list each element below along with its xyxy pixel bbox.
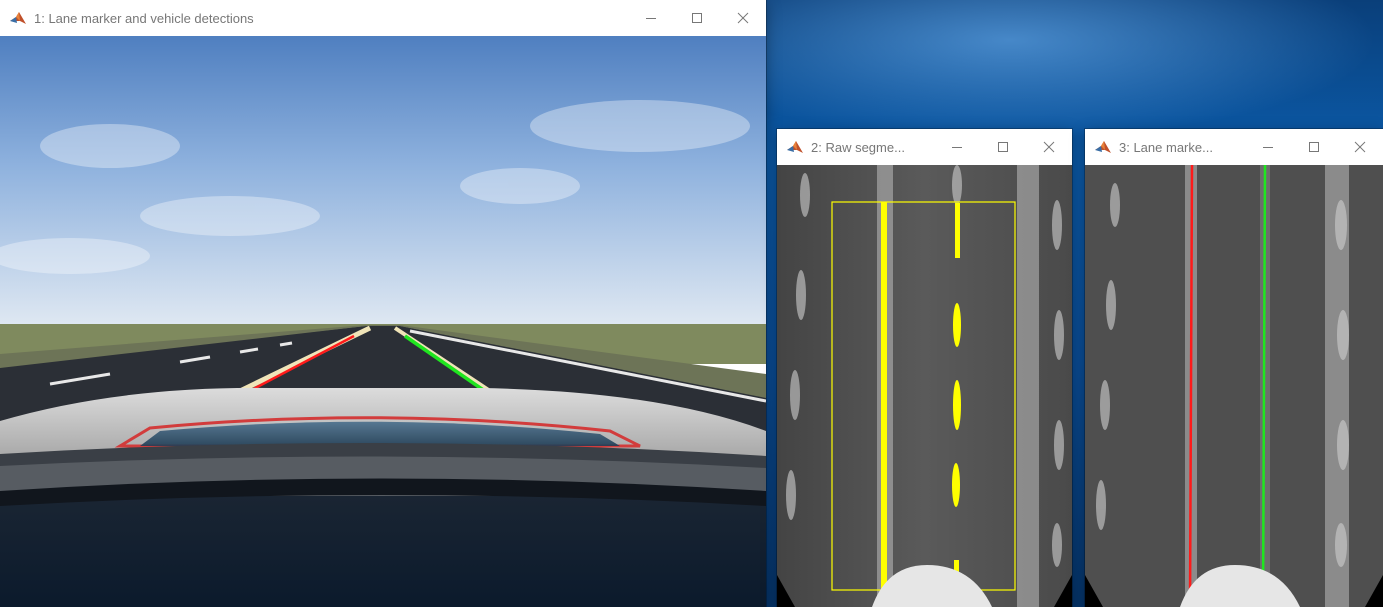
close-icon bbox=[1043, 141, 1055, 153]
close-button[interactable] bbox=[1337, 129, 1383, 165]
birds-eye-image bbox=[1085, 165, 1383, 607]
maximize-button[interactable] bbox=[980, 129, 1026, 165]
birds-eye-lane-markers-view bbox=[1085, 165, 1383, 607]
window-title: 2: Raw segme... bbox=[811, 139, 905, 155]
close-button[interactable] bbox=[720, 0, 766, 36]
figure-window-2[interactable]: 2: Raw segme... bbox=[777, 129, 1072, 607]
title-bar[interactable]: 2: Raw segme... bbox=[777, 129, 1072, 165]
minimize-button[interactable] bbox=[934, 129, 980, 165]
maximize-icon bbox=[1309, 142, 1319, 152]
matlab-icon bbox=[1095, 141, 1111, 153]
maximize-icon bbox=[692, 13, 702, 23]
close-button[interactable] bbox=[1026, 129, 1072, 165]
close-icon bbox=[1354, 141, 1366, 153]
minimize-icon bbox=[1263, 147, 1273, 148]
road-scene-image bbox=[0, 36, 766, 607]
maximize-button[interactable] bbox=[674, 0, 720, 36]
birds-eye-image bbox=[777, 165, 1072, 607]
birds-eye-raw-segments-view bbox=[777, 165, 1072, 607]
maximize-button[interactable] bbox=[1291, 129, 1337, 165]
window-title: 1: Lane marker and vehicle detections bbox=[34, 10, 254, 26]
title-bar[interactable]: 1: Lane marker and vehicle detections bbox=[0, 0, 766, 36]
figure-window-1[interactable]: 1: Lane marker and vehicle detections bbox=[0, 0, 766, 607]
figure-window-3[interactable]: 3: Lane marke... bbox=[1085, 129, 1383, 607]
camera-view bbox=[0, 36, 766, 607]
matlab-icon bbox=[787, 141, 803, 153]
minimize-icon bbox=[952, 147, 962, 148]
close-icon bbox=[737, 12, 749, 24]
matlab-icon bbox=[10, 12, 26, 24]
maximize-icon bbox=[998, 142, 1008, 152]
title-bar[interactable]: 3: Lane marke... bbox=[1085, 129, 1383, 165]
minimize-button[interactable] bbox=[1245, 129, 1291, 165]
minimize-button[interactable] bbox=[628, 0, 674, 36]
window-title: 3: Lane marke... bbox=[1119, 139, 1213, 155]
minimize-icon bbox=[646, 18, 656, 19]
left-segment bbox=[881, 202, 887, 590]
